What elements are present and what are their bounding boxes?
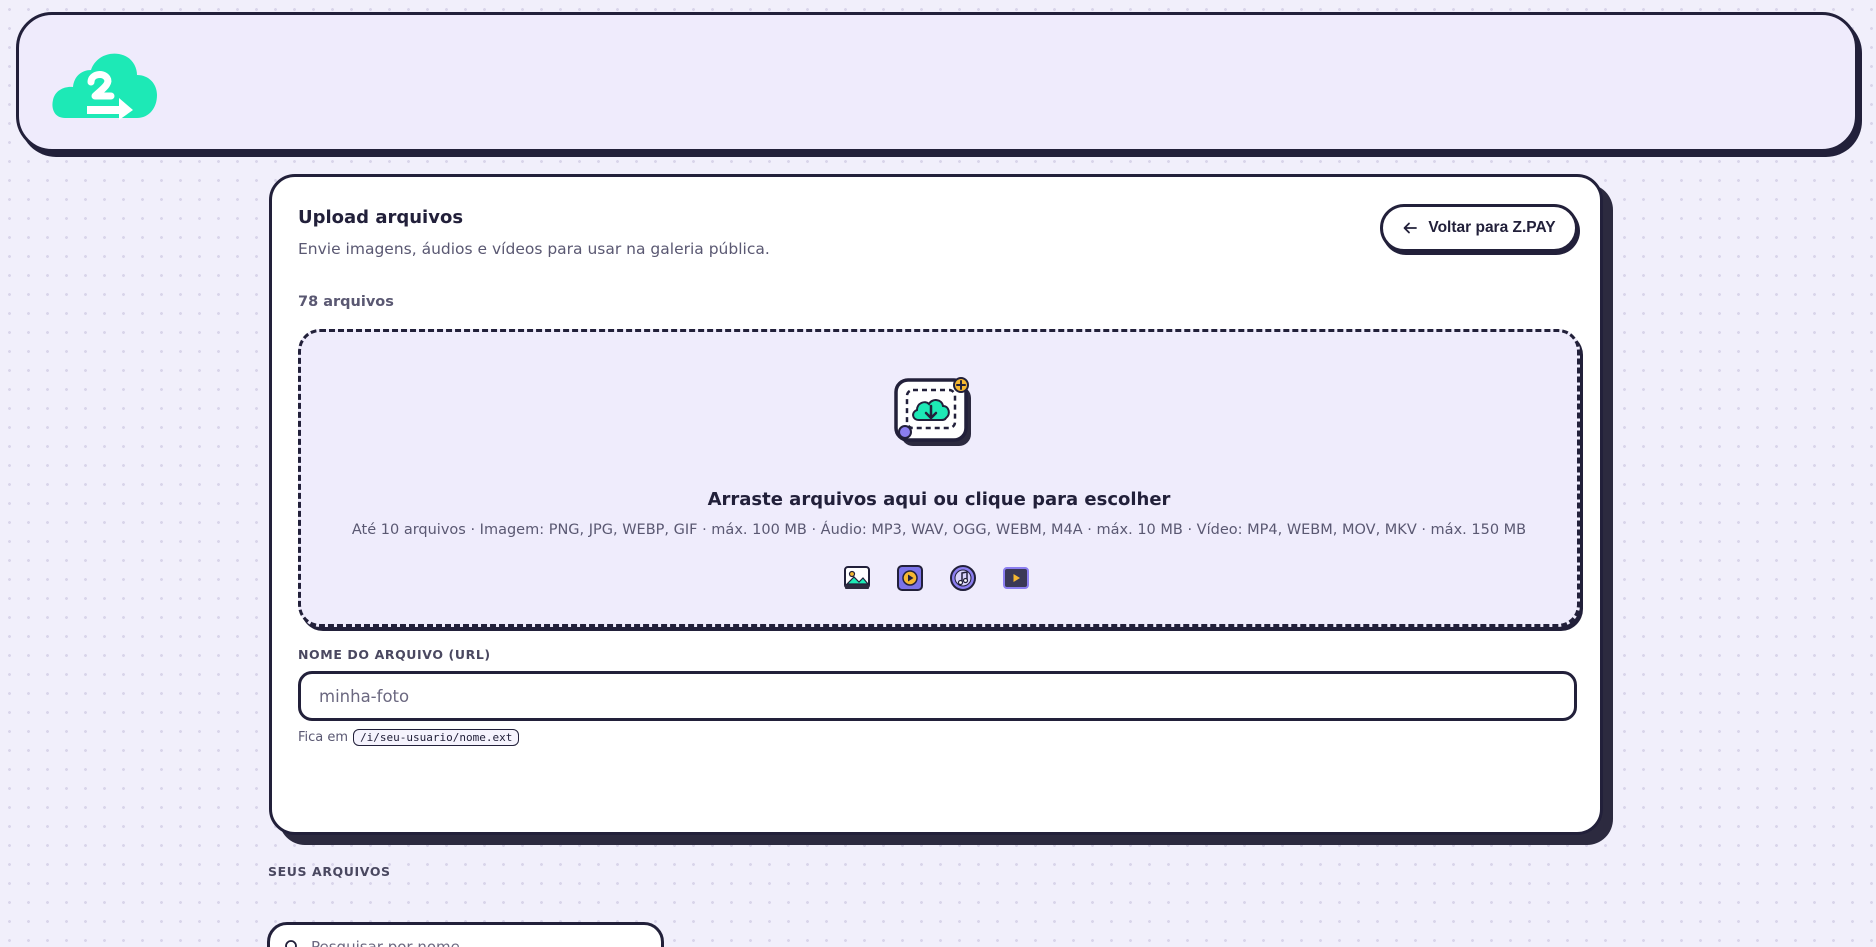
file-search[interactable] — [267, 922, 664, 947]
cloud-share-logo-icon[interactable] — [51, 48, 159, 120]
music-note-icon — [949, 564, 977, 592]
dropzone-hint: Até 10 arquivos · Imagem: PNG, JPG, WEBP… — [351, 522, 1527, 538]
back-to-zpay-button[interactable]: Voltar para Z.PAY — [1380, 204, 1578, 252]
help-prefix: Fica em — [298, 730, 349, 745]
video-icon — [1002, 564, 1030, 592]
page-title: Upload arquivos — [298, 207, 464, 228]
image-icon — [843, 564, 871, 592]
filename-help: Fica em /i/seu-usuario/nome.ext — [298, 729, 520, 746]
top-header — [16, 12, 1858, 152]
filename-input[interactable] — [298, 671, 1577, 721]
accepted-types — [843, 564, 1030, 592]
files-section-label: SEUS ARQUIVOS — [268, 864, 391, 879]
arrow-left-icon — [1403, 222, 1418, 234]
back-button-label: Voltar para Z.PAY — [1428, 219, 1556, 236]
upload-cloud-icon — [894, 377, 971, 446]
upload-card: Upload arquivos Envie imagens, áudios e … — [269, 174, 1603, 835]
file-dropzone[interactable]: Arraste arquivos aqui ou clique para esc… — [298, 329, 1580, 627]
page-subtitle: Envie imagens, áudios e vídeos para usar… — [298, 240, 770, 258]
search-input[interactable] — [311, 938, 631, 947]
url-path-code: /i/seu-usuario/nome.ext — [353, 729, 520, 746]
search-icon — [285, 939, 297, 947]
play-icon — [896, 564, 924, 592]
dropzone-title: Arraste arquivos aqui ou clique para esc… — [707, 489, 1171, 510]
filename-label: NOME DO ARQUIVO (URL) — [298, 647, 491, 662]
file-count: 78 arquivos — [298, 294, 394, 310]
